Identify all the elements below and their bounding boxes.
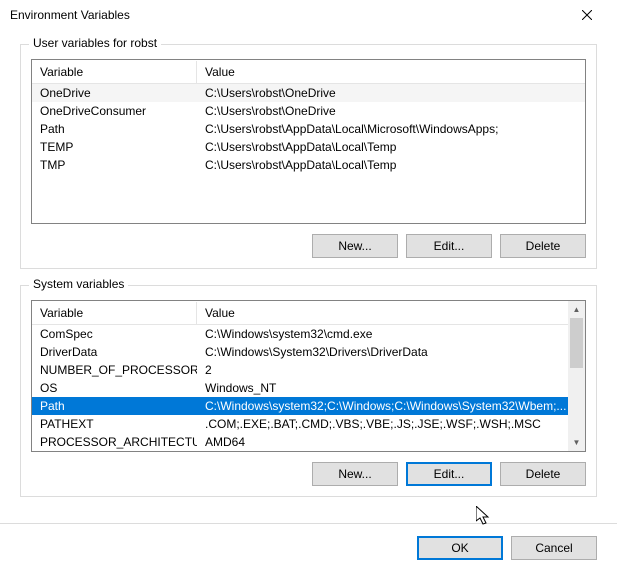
user-table-header: Variable Value xyxy=(32,60,585,84)
ok-button[interactable]: OK xyxy=(417,536,503,560)
table-row[interactable]: Path C:\Users\robst\AppData\Local\Micros… xyxy=(32,120,585,138)
cell-variable: OneDriveConsumer xyxy=(32,103,197,119)
system-new-button[interactable]: New... xyxy=(312,462,398,486)
system-group-label: System variables xyxy=(29,277,128,291)
table-row[interactable]: OneDrive C:\Users\robst\OneDrive xyxy=(32,84,585,102)
column-header-value[interactable]: Value xyxy=(197,302,568,324)
scroll-up-icon[interactable]: ▲ xyxy=(568,301,585,318)
table-row[interactable]: TEMP C:\Users\robst\AppData\Local\Temp xyxy=(32,138,585,156)
cell-variable: TEMP xyxy=(32,139,197,155)
table-row[interactable]: DriverData C:\Windows\System32\Drivers\D… xyxy=(32,343,568,361)
column-header-value[interactable]: Value xyxy=(197,61,585,83)
table-row[interactable]: ComSpec C:\Windows\system32\cmd.exe xyxy=(32,325,568,343)
user-delete-button[interactable]: Delete xyxy=(500,234,586,258)
table-row[interactable]: PATHEXT .COM;.EXE;.BAT;.CMD;.VBS;.VBE;.J… xyxy=(32,415,568,433)
cell-variable: Path xyxy=(32,121,197,137)
user-button-row: New... Edit... Delete xyxy=(31,234,586,258)
system-variables-group: System variables Variable Value ComSpec … xyxy=(20,285,597,497)
system-table-scrollbar[interactable]: ▲ ▼ xyxy=(568,301,585,451)
system-table-header: Variable Value xyxy=(32,301,568,325)
cell-variable: ComSpec xyxy=(32,326,197,342)
cell-value: AMD64 xyxy=(197,434,568,450)
cell-variable: PROCESSOR_ARCHITECTURE xyxy=(32,434,197,450)
system-variables-table[interactable]: Variable Value ComSpec C:\Windows\system… xyxy=(31,300,586,452)
table-row[interactable]: NUMBER_OF_PROCESSORS 2 xyxy=(32,361,568,379)
table-row[interactable]: OneDriveConsumer C:\Users\robst\OneDrive xyxy=(32,102,585,120)
cell-value: C:\Users\robst\OneDrive xyxy=(197,85,585,101)
user-variables-group: User variables for robst Variable Value … xyxy=(20,44,597,269)
table-row[interactable]: TMP C:\Users\robst\AppData\Local\Temp xyxy=(32,156,585,174)
cell-variable: NUMBER_OF_PROCESSORS xyxy=(32,362,197,378)
cell-value: .COM;.EXE;.BAT;.CMD;.VBS;.VBE;.JS;.JSE;.… xyxy=(197,416,568,432)
window-title: Environment Variables xyxy=(10,8,567,22)
cell-value: Windows_NT xyxy=(197,380,568,396)
cell-value: C:\Users\robst\OneDrive xyxy=(197,103,585,119)
cell-variable: OneDrive xyxy=(32,85,197,101)
table-row[interactable]: OS Windows_NT xyxy=(32,379,568,397)
titlebar: Environment Variables xyxy=(0,0,617,30)
scroll-track[interactable] xyxy=(568,318,585,434)
cell-value: C:\Users\robst\AppData\Local\Temp xyxy=(197,157,585,173)
scroll-thumb[interactable] xyxy=(570,318,583,368)
cell-variable: DriverData xyxy=(32,344,197,360)
user-edit-button[interactable]: Edit... xyxy=(406,234,492,258)
cancel-button[interactable]: Cancel xyxy=(511,536,597,560)
cell-variable: PATHEXT xyxy=(32,416,197,432)
cell-variable: OS xyxy=(32,380,197,396)
cell-value: 2 xyxy=(197,362,568,378)
table-row[interactable]: PROCESSOR_ARCHITECTURE AMD64 xyxy=(32,433,568,451)
cell-variable: TMP xyxy=(32,157,197,173)
scroll-down-icon[interactable]: ▼ xyxy=(568,434,585,451)
system-delete-button[interactable]: Delete xyxy=(500,462,586,486)
system-edit-button[interactable]: Edit... xyxy=(406,462,492,486)
user-new-button[interactable]: New... xyxy=(312,234,398,258)
cell-value: C:\Windows\system32;C:\Windows;C:\Window… xyxy=(197,398,568,414)
close-icon xyxy=(582,10,592,20)
close-button[interactable] xyxy=(567,1,607,29)
dialog-footer: OK Cancel xyxy=(0,523,617,572)
column-header-variable[interactable]: Variable xyxy=(32,302,197,324)
cell-variable: Path xyxy=(32,398,197,414)
user-group-label: User variables for robst xyxy=(29,36,161,50)
cell-value: C:\Windows\system32\cmd.exe xyxy=(197,326,568,342)
cell-value: C:\Users\robst\AppData\Local\Temp xyxy=(197,139,585,155)
cell-value: C:\Windows\System32\Drivers\DriverData xyxy=(197,344,568,360)
column-header-variable[interactable]: Variable xyxy=(32,61,197,83)
system-button-row: New... Edit... Delete xyxy=(31,462,586,486)
user-variables-table[interactable]: Variable Value OneDrive C:\Users\robst\O… xyxy=(31,59,586,224)
table-row-selected[interactable]: Path C:\Windows\system32;C:\Windows;C:\W… xyxy=(32,397,568,415)
cell-value: C:\Users\robst\AppData\Local\Microsoft\W… xyxy=(197,121,585,137)
